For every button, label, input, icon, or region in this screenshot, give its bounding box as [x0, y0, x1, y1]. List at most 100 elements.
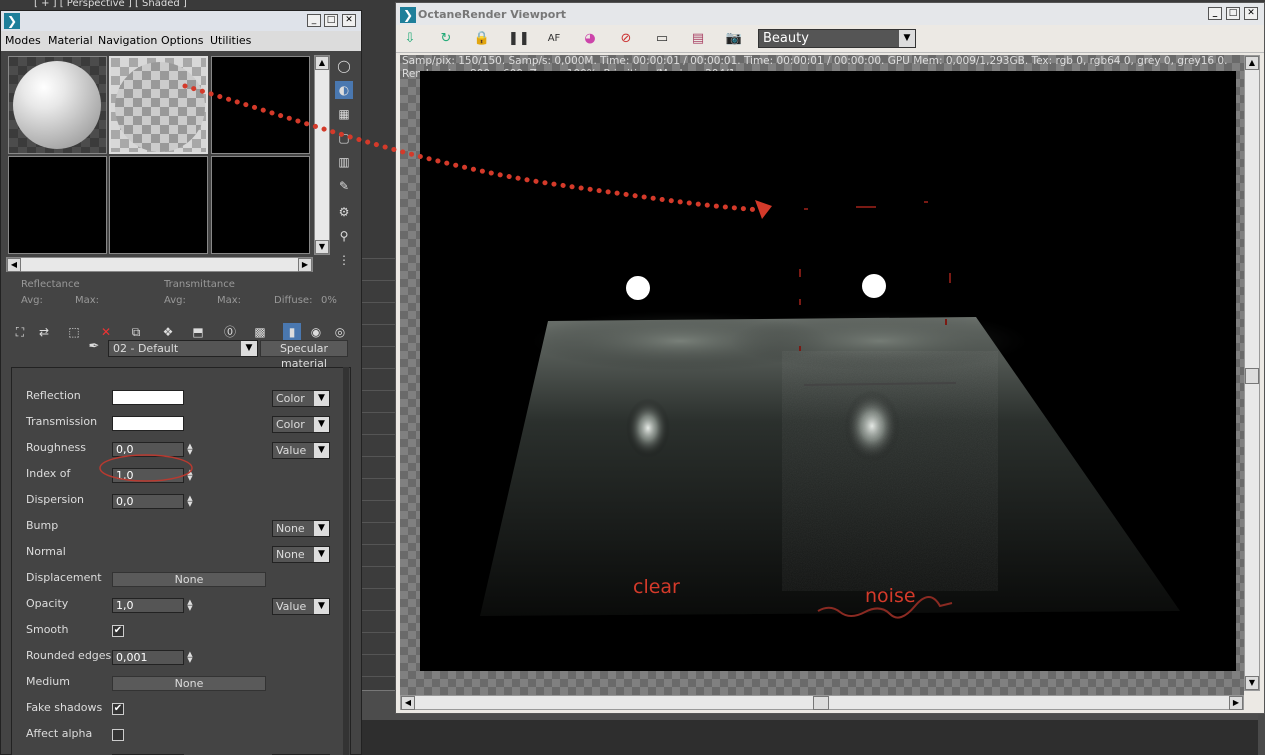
material-editor-titlebar[interactable]: ❯ _ □ ✕: [1, 11, 361, 31]
scroll-left-icon[interactable]: ◀: [401, 696, 415, 710]
rounded-edges-spinner[interactable]: 0,001 ▲ ▼: [112, 650, 193, 665]
scroll-right-icon[interactable]: ▶: [298, 258, 312, 272]
go-forward-sibling-icon[interactable]: ◎: [331, 323, 349, 341]
material-id-icon[interactable]: ⓪: [221, 323, 239, 341]
put-to-scene-icon[interactable]: ⇄: [35, 323, 53, 341]
put-to-library-icon[interactable]: ⬒: [189, 323, 207, 341]
octane-vertical-scrollbar[interactable]: ▲ ▼: [1244, 55, 1260, 691]
camera-icon[interactable]: 📷: [724, 29, 744, 49]
make-unique-icon[interactable]: ❖: [159, 323, 177, 341]
chevron-down-icon[interactable]: ▼: [314, 547, 329, 562]
sample-slot-5[interactable]: [109, 156, 208, 254]
make-preview-icon[interactable]: ✎: [335, 177, 353, 195]
menu-navigation[interactable]: Navigation: [98, 34, 157, 47]
menu-options[interactable]: Options: [161, 34, 203, 47]
slots-horizontal-scrollbar[interactable]: ◀ ▶: [6, 257, 313, 272]
chevron-down-icon[interactable]: ▼: [241, 341, 257, 356]
octane-title: OctaneRender Viewport: [418, 8, 567, 21]
show-end-result-icon[interactable]: ▮: [283, 323, 301, 341]
material-map-navigator-icon[interactable]: ⋮: [335, 251, 353, 269]
spinner-arrows-icon[interactable]: ▲ ▼: [185, 651, 195, 664]
sample-type-icon[interactable]: ◯: [335, 57, 353, 75]
menu-utilities[interactable]: Utilities: [210, 34, 251, 47]
octane-horizontal-scrollbar[interactable]: ◀ ▶: [400, 695, 1244, 710]
transmission-mode-select[interactable]: Color ▼: [272, 416, 330, 433]
octane-close-button[interactable]: ✕: [1244, 7, 1258, 20]
roughness-mode-select[interactable]: Value ▼: [272, 442, 330, 459]
chevron-down-icon[interactable]: ▼: [314, 521, 329, 536]
material-name-field[interactable]: 02 - Default ▼: [108, 340, 258, 357]
smooth-checkbox[interactable]: ✔: [112, 625, 124, 637]
clay-mode-icon[interactable]: ⊘: [616, 29, 636, 49]
affect-alpha-checkbox[interactable]: [112, 729, 124, 741]
normal-mode-select[interactable]: None ▼: [272, 546, 330, 563]
reflection-color-swatch[interactable]: [112, 390, 184, 405]
chevron-down-icon[interactable]: ▼: [314, 417, 329, 432]
slots-vertical-scrollbar[interactable]: ▲ ▼: [314, 55, 330, 255]
render-image[interactable]: clear noise: [420, 71, 1236, 671]
pause-icon[interactable]: ❚❚: [508, 29, 530, 49]
chevron-down-icon[interactable]: ▼: [899, 30, 915, 47]
menu-modes[interactable]: Modes: [5, 34, 41, 47]
scroll-left-icon[interactable]: ◀: [7, 258, 21, 272]
chevron-down-icon[interactable]: ▼: [314, 391, 329, 406]
params-scrollbar[interactable]: [343, 367, 349, 755]
scroll-down-icon[interactable]: ▼: [1245, 676, 1259, 690]
spinner-arrows-icon[interactable]: ▲ ▼: [185, 599, 195, 612]
displacement-map-button[interactable]: None: [112, 572, 266, 587]
lock-icon[interactable]: 🔒: [472, 29, 492, 49]
octane-minimize-button[interactable]: _: [1208, 7, 1222, 20]
sample-slot-1[interactable]: [8, 56, 107, 154]
options-icon[interactable]: ⚙: [335, 203, 353, 221]
restart-render-icon[interactable]: ↻: [436, 29, 456, 49]
scroll-right-icon[interactable]: ▶: [1229, 696, 1243, 710]
get-material-icon[interactable]: ⛶: [11, 323, 29, 341]
transmission-color-swatch[interactable]: [112, 416, 184, 431]
scroll-down-icon[interactable]: ▼: [315, 240, 329, 254]
sample-slot-6[interactable]: [211, 156, 310, 254]
color-picker-icon[interactable]: ◕: [580, 29, 600, 49]
eyedropper-icon[interactable]: ✒: [85, 339, 103, 357]
bump-mode-select[interactable]: None ▼: [272, 520, 330, 537]
octane-titlebar[interactable]: ❯ OctaneRender Viewport _ □ ✕: [396, 3, 1264, 25]
video-color-check-icon[interactable]: ▥: [335, 153, 353, 171]
chevron-down-icon[interactable]: ▼: [314, 599, 329, 614]
sample-slot-3[interactable]: [211, 56, 310, 154]
reflection-mode-select[interactable]: Color ▼: [272, 390, 330, 407]
opacity-mode-select[interactable]: Value ▼: [272, 598, 330, 615]
send-scene-icon[interactable]: ⇩: [400, 29, 420, 49]
show-map-icon[interactable]: ▩: [251, 323, 269, 341]
sample-uv-icon[interactable]: ▢: [335, 129, 353, 147]
scroll-up-icon[interactable]: ▲: [1245, 56, 1259, 70]
normal-mode-text: None: [276, 548, 305, 561]
scroll-thumb[interactable]: [1245, 368, 1259, 384]
scroll-thumb[interactable]: [813, 696, 829, 710]
sample-slot-2[interactable]: [109, 56, 208, 154]
backlight-icon[interactable]: ◐: [335, 81, 353, 99]
dispersion-spinner[interactable]: 0,0 ▲ ▼: [112, 494, 193, 509]
select-by-material-icon[interactable]: ⚲: [335, 227, 353, 245]
background-checker-icon[interactable]: ▦: [335, 105, 353, 123]
sample-slot-4[interactable]: [8, 156, 107, 254]
autofocus-icon[interactable]: AF: [544, 29, 564, 49]
maximize-button[interactable]: □: [324, 14, 338, 27]
menu-material[interactable]: Material: [48, 34, 93, 47]
fake-shadows-checkbox[interactable]: ✔: [112, 703, 124, 715]
octane-maximize-button[interactable]: □: [1226, 7, 1240, 20]
assign-material-icon[interactable]: ⬚: [65, 323, 83, 341]
close-button[interactable]: ✕: [342, 14, 356, 27]
material-type-button[interactable]: Specular material: [260, 340, 348, 370]
render-pass-select[interactable]: Beauty ▼: [758, 29, 916, 48]
roughness-label: Roughness: [26, 441, 87, 454]
scroll-up-icon[interactable]: ▲: [315, 56, 329, 70]
settings-icon[interactable]: ▭: [652, 29, 672, 49]
region-render-icon[interactable]: ▤: [688, 29, 708, 49]
medium-map-button[interactable]: None: [112, 676, 266, 691]
go-to-parent-icon[interactable]: ◉: [307, 323, 325, 341]
make-copy-icon[interactable]: ⧉: [127, 323, 145, 341]
viewport-label[interactable]: [ + ] [ Perspective ] [ Shaded ]: [34, 0, 187, 9]
spinner-arrows-icon[interactable]: ▲ ▼: [185, 495, 195, 508]
chevron-down-icon[interactable]: ▼: [314, 443, 329, 458]
minimize-button[interactable]: _: [307, 14, 321, 27]
opacity-spinner[interactable]: 1,0 ▲ ▼: [112, 598, 193, 613]
